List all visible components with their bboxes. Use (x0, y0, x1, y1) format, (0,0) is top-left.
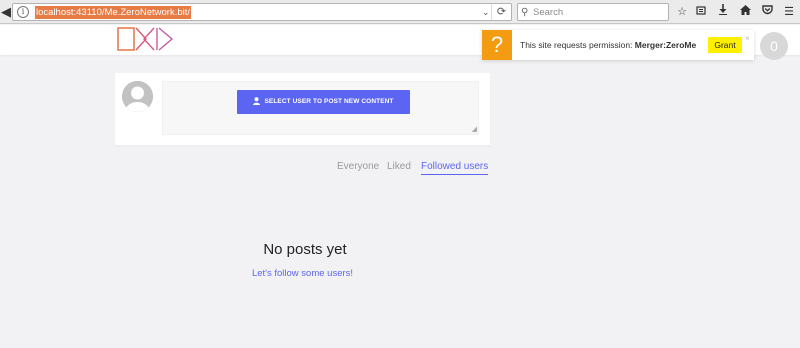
reload-icon[interactable]: ⟳ (491, 4, 511, 20)
permission-name: Merger:ZeroMe (634, 40, 697, 50)
browser-toolbar: ◀ i localhost:43110/Me.ZeroNetwork.bit/ … (0, 0, 800, 24)
bookmark-star-icon[interactable]: ☆ (674, 3, 690, 21)
user-icon (253, 97, 261, 106)
url-bar[interactable]: i localhost:43110/Me.ZeroNetwork.bit/ ⌄ … (12, 3, 512, 21)
close-icon[interactable]: × (745, 34, 750, 44)
tab-followed-users[interactable]: Followed users (421, 160, 489, 175)
select-user-button[interactable]: SELECT USER TO POST NEW CONTENT (237, 90, 410, 114)
grant-button[interactable]: Grant (708, 37, 742, 53)
tab-liked[interactable]: Liked (387, 160, 411, 175)
post-composer: SELECT USER TO POST NEW CONTENT ◢ (115, 73, 490, 145)
tab-everyone[interactable]: Everyone (337, 160, 379, 175)
pocket-icon[interactable] (759, 3, 775, 21)
back-icon[interactable]: ◀ (0, 3, 12, 21)
avatar (122, 81, 153, 112)
follow-users-link[interactable]: Let's follow some users! (190, 267, 415, 280)
reading-list-icon[interactable] (693, 3, 709, 21)
search-bar[interactable]: ⚲ Search (517, 3, 669, 21)
notification-text: This site requests permission: Merger:Ze… (520, 40, 697, 50)
notification-count-badge[interactable]: 0 (760, 32, 788, 60)
search-icon: ⚲ (521, 7, 529, 18)
download-icon[interactable] (715, 3, 731, 21)
home-icon[interactable] (737, 3, 753, 21)
default-avatar-icon (122, 81, 153, 112)
select-user-label: SELECT USER TO POST NEW CONTENT (264, 98, 394, 105)
resize-grip-icon[interactable]: ◢ (472, 126, 477, 133)
permission-notification: ? This site requests permission: Merger:… (482, 30, 754, 60)
url-dropdown-icon[interactable]: ⌄ (482, 5, 490, 19)
zeronet-me-logo[interactable] (116, 26, 176, 52)
question-icon: ? (482, 30, 512, 60)
post-textarea[interactable]: SELECT USER TO POST NEW CONTENT ◢ (162, 81, 479, 135)
search-placeholder[interactable]: Search (533, 5, 563, 20)
info-icon[interactable]: i (17, 6, 29, 18)
menu-icon[interactable]: ☰ (781, 3, 797, 21)
empty-state-title: No posts yet (263, 241, 347, 258)
url-text[interactable]: localhost:43110/Me.ZeroNetwork.bit/ (35, 6, 192, 19)
